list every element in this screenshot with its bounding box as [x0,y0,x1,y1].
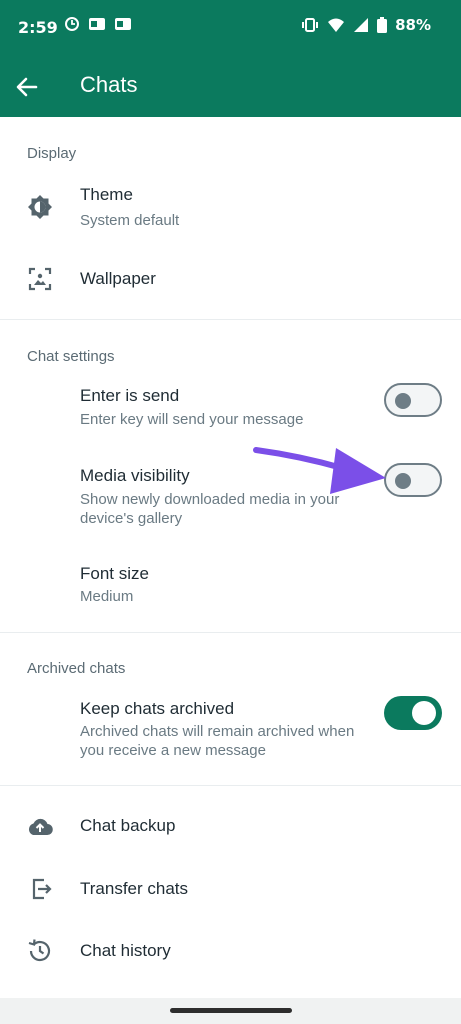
battery-percent: 88% [395,16,431,34]
setting-title: Font size [80,564,149,583]
brightness-icon [28,195,52,219]
notification-icons [64,16,132,32]
toggle-knob [395,393,411,409]
outlook-icon [89,18,105,30]
cloud-upload-icon [28,818,53,836]
enter-is-send-toggle[interactable] [384,383,442,417]
section-divider [0,319,461,320]
setting-title: Chat backup [80,816,176,835]
page-title: Chats [80,72,138,97]
section-header-display: Display [27,145,77,162]
setting-subtitle: Medium [80,588,134,605]
vibrate-icon [302,18,319,32]
setting-title: Keep chats archived [80,699,235,718]
annotation-arrow-icon [253,447,386,494]
section-divider [0,632,461,633]
setting-title: Wallpaper [80,269,156,288]
sync-icon [65,17,79,31]
status-time: 2:59 [18,18,58,37]
setting-subtitle: System default [80,212,180,229]
history-icon [28,939,51,962]
setting-title: Theme [80,185,133,204]
section-header-chat-settings: Chat settings [27,348,115,365]
section-header-archived-chats: Archived chats [27,660,126,677]
media-visibility-toggle[interactable] [384,463,442,497]
setting-title: Transfer chats [80,879,189,898]
setting-subtitle: Archived chats will remain archived when… [80,723,355,759]
setting-subtitle: Enter key will send your message [80,411,304,428]
outlook-icon-2 [115,18,131,30]
toggle-knob [412,701,436,725]
battery-icon [377,17,388,33]
setting-title: Media visibility [80,466,190,485]
setting-title: Enter is send [80,386,180,405]
keep-chats-archived-toggle[interactable] [384,696,442,730]
status-bar: 2:59 88% [0,0,461,55]
section-divider [0,785,461,786]
wallpaper-icon [28,267,52,291]
system-icons: 88% [301,16,431,34]
signal-icon [354,18,369,32]
transfer-icon [32,878,52,900]
wifi-icon [328,18,345,32]
back-arrow-icon[interactable] [14,74,40,100]
toggle-knob [395,473,411,489]
app-bar: Chats [0,55,461,117]
gesture-handle[interactable] [170,1008,292,1013]
setting-title: Chat history [80,941,171,960]
